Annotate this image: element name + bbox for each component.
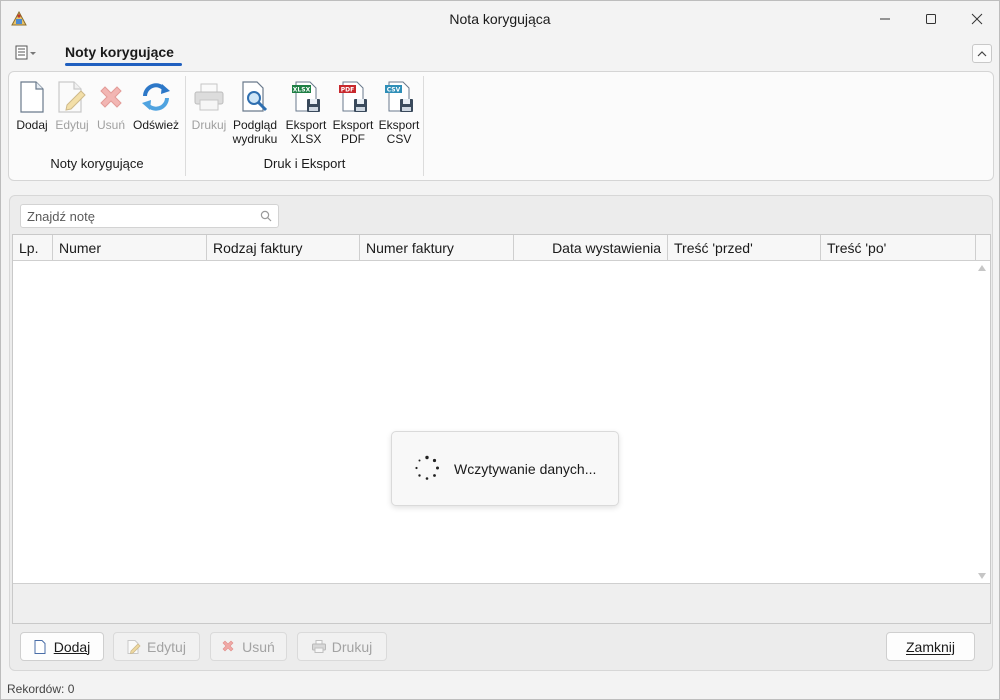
xlsx-export-icon: XLSX (290, 80, 322, 114)
ribbon-group-label: Noty korygujące (50, 156, 144, 171)
edit-button-label: Edytuj (147, 638, 186, 655)
ribbon-group-print-export: Drukuj Podgląd wydruku XLSX Eksport XLSX… (186, 75, 423, 177)
ribbon-delete-button[interactable]: Usuń (93, 80, 129, 132)
column-header-tresc-po[interactable]: Treść 'po' (821, 235, 976, 261)
ribbon-export-pdf-button[interactable]: PDF Eksport PDF (331, 80, 375, 146)
table-footer (13, 583, 990, 623)
minimize-button[interactable] (870, 7, 900, 31)
loading-overlay: Wczytywanie danych... (391, 431, 619, 506)
ribbon-export-xlsx-label: Eksport XLSX (285, 118, 327, 146)
scroll-up-icon[interactable] (978, 265, 986, 271)
tab-noty-korygujace[interactable]: Noty korygujące (65, 44, 174, 60)
printer-icon (311, 639, 326, 654)
collapse-ribbon-button[interactable] (972, 44, 992, 63)
active-tab-indicator (65, 63, 182, 66)
menu-list-icon (15, 45, 36, 60)
ribbon-print-label: Drukuj (191, 118, 227, 132)
add-button-label: Dodaj (53, 638, 91, 655)
ribbon-edit-label: Edytuj (55, 118, 89, 132)
svg-text:PDF: PDF (341, 87, 354, 94)
ribbon-print-button[interactable]: Drukuj (189, 80, 229, 132)
ribbon-panel: Dodaj Edytuj Usuń Odśwież Noty korygując… (8, 71, 994, 181)
app-menu-button[interactable] (15, 45, 39, 61)
svg-text:XLSX: XLSX (293, 87, 311, 94)
column-header-rodzaj-faktury[interactable]: Rodzaj faktury (207, 235, 360, 261)
ribbon-export-csv-label: Eksport CSV (378, 118, 420, 146)
svg-text:CSV: CSV (387, 87, 401, 94)
refresh-icon (140, 80, 172, 114)
chevron-up-icon (977, 50, 987, 56)
ribbon-export-csv-button[interactable]: CSV Eksport CSV (377, 80, 421, 146)
title-bar: Nota korygująca (1, 1, 999, 37)
column-header-data-wystawienia[interactable]: Data wystawienia (514, 235, 668, 261)
edit-document-icon (56, 80, 88, 114)
loading-text: Wczytywanie danych... (454, 461, 597, 477)
column-header-lp[interactable]: Lp. (13, 235, 53, 261)
edit-document-icon (127, 639, 141, 654)
close-window-button[interactable] (962, 7, 992, 31)
search-icon (260, 210, 272, 222)
delete-x-icon (95, 80, 127, 114)
column-header-tresc-przed[interactable]: Treść 'przed' (668, 235, 821, 261)
printer-icon (193, 80, 225, 114)
ribbon-print-preview-label: Podgląd wydruku (232, 118, 278, 146)
ribbon-delete-label: Usuń (96, 118, 125, 132)
ribbon-group-label: Druk i Eksport (263, 156, 346, 171)
ribbon-add-label: Dodaj (16, 118, 48, 132)
ribbon-print-preview-button[interactable]: Podgląd wydruku (231, 80, 279, 146)
table-header: Lp. Numer Rodzaj faktury Numer faktury D… (13, 235, 990, 261)
minimize-icon (880, 18, 890, 20)
ribbon-add-button[interactable]: Dodaj (13, 80, 51, 132)
loading-spinner-icon (415, 455, 439, 480)
close-button-label: Zamknij (905, 638, 955, 655)
new-document-icon (16, 80, 48, 114)
status-records: Rekordów: 0 (7, 682, 75, 696)
scroll-down-icon[interactable] (978, 573, 986, 579)
maximize-button[interactable] (916, 7, 946, 31)
edit-button[interactable]: Edytuj (113, 632, 200, 661)
pdf-export-icon: PDF (337, 80, 369, 114)
print-preview-icon (239, 80, 271, 114)
vertical-scrollbar[interactable] (974, 261, 990, 583)
add-button[interactable]: Dodaj (20, 632, 104, 661)
ribbon-group-notes: Dodaj Edytuj Usuń Odśwież Noty korygując… (9, 75, 185, 177)
ribbon-group-divider (423, 76, 424, 176)
delete-button[interactable]: Usuń (210, 632, 287, 661)
column-header-numer[interactable]: Numer (53, 235, 207, 261)
search-box[interactable] (20, 204, 279, 228)
new-document-icon (34, 639, 48, 654)
delete-button-label: Usuń (242, 638, 275, 655)
print-button[interactable]: Drukuj (297, 632, 387, 661)
ribbon-export-pdf-label: Eksport PDF (332, 118, 374, 146)
ribbon-export-xlsx-button[interactable]: XLSX Eksport XLSX (283, 80, 329, 146)
window-title: Nota korygująca (449, 11, 551, 27)
column-header-numer-faktury[interactable]: Numer faktury (360, 235, 514, 261)
delete-x-icon (222, 640, 236, 654)
search-input[interactable] (27, 208, 247, 225)
print-button-label: Drukuj (331, 638, 373, 655)
csv-export-icon: CSV (383, 80, 415, 114)
ribbon-edit-button[interactable]: Edytuj (53, 80, 91, 132)
close-icon (971, 13, 983, 25)
content-panel: Lp. Numer Rodzaj faktury Numer faktury D… (9, 195, 993, 671)
maximize-icon (926, 14, 936, 24)
main-window: Nota korygująca Noty korygujące Dodaj Ed… (0, 0, 1000, 700)
notes-table: Lp. Numer Rodzaj faktury Numer faktury D… (12, 234, 991, 624)
ribbon-refresh-label: Odśwież (132, 118, 179, 132)
ribbon-refresh-button[interactable]: Odśwież (131, 80, 181, 132)
close-button[interactable]: Zamknij (886, 632, 975, 661)
